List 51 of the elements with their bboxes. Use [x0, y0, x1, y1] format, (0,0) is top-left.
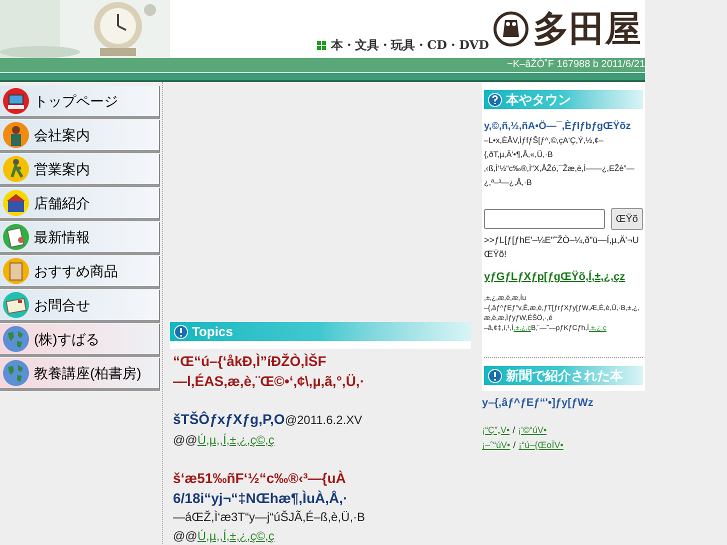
logo-text: 多田屋	[533, 11, 641, 47]
newspaper-link[interactable]: ¡“Ç”„V•	[482, 424, 510, 437]
person-icon	[2, 121, 30, 149]
hontown-description: –L•x,ÈÅV,ÌƒfƒŠ[ƒ^,©,çA‘Ç,Ý,½,¢–{,ðT,µ,Ä'•¶,Å,«,Ü,·B ‚‹ß,Ì‘½“c‰®,Ì“X,ÅŽó,¯Žæ,è,Ì——¿,EŽè”—¿,ª–³—¿,Å,·B	[484, 135, 636, 189]
newspaper-link[interactable]: ¡–ˆ“úV•	[482, 439, 510, 452]
news-header: 新聞で紹介された本	[484, 366, 643, 385]
computer-icon	[2, 87, 30, 115]
nav-item[interactable]: 教養講座(柏書房)	[0, 358, 160, 391]
separator-text: /	[513, 439, 516, 452]
hontown-header: 本やタウン	[484, 90, 643, 109]
question-icon	[488, 92, 502, 106]
indent-text: @@	[173, 432, 198, 449]
newspaper-link[interactable]: ¡“ú–{ŒoÏV•	[518, 439, 564, 452]
nav-item[interactable]: 店舗紹介	[0, 188, 160, 221]
details-link[interactable]: Ú,µ,,Í,±,¿,ç©,ç	[197, 430, 274, 450]
nav-item[interactable]: 営業案内	[0, 154, 160, 187]
topics-header: Topics	[170, 322, 471, 341]
topic-title: šTŠÔƒxƒXƒg,P,O@2011.6.2.XV	[173, 410, 364, 429]
details-link[interactable]: Ú,µ,,Í,±,¿,ç©,ç	[197, 526, 274, 545]
globe-icon	[2, 325, 30, 353]
search-field[interactable]	[484, 209, 605, 229]
shop-icon	[2, 189, 30, 217]
search-hint: >>ƒL[ƒ[ƒhE'–¼E"˜ŽÒ–¼,ð"ü—Í,µ,Ä'¬UŒŸõ!	[484, 234, 640, 260]
newspaper-link[interactable]: ¡'©“úV•	[518, 424, 547, 437]
separator-text: /	[512, 424, 516, 436]
topic-text: —áŒŽ,Ì‘æ3T“y—j“úŠJÃ,É–ß,è,Ü,·B	[173, 509, 366, 526]
visitor-counter: −K–âŽÒ˚F 167988 b 2011/6/21	[507, 60, 645, 70]
nav-item[interactable]: 最新情報	[0, 222, 160, 255]
expert-search-link[interactable]: yƒGƒLƒXƒp[ƒgŒŸõ,Í,±,¿,çz	[484, 269, 643, 286]
walking-man-icon	[2, 155, 30, 183]
square-icon	[317, 41, 328, 51]
tagline: 本・文具・玩具・CD・DVD	[331, 37, 489, 54]
nav-item[interactable]: お問合せ	[0, 290, 160, 323]
package-icon	[2, 257, 30, 285]
nav-item[interactable]: 会社案内	[0, 120, 160, 153]
exclamation-icon	[174, 324, 188, 338]
topic-title: š‘æ51‰ñF‘½“c‰®‹³—{uÀ	[173, 469, 347, 488]
indent-text: @@	[173, 528, 198, 545]
owl-logo-icon	[493, 11, 529, 47]
nav-item[interactable]: トップページ	[0, 86, 160, 119]
notebook-icon	[2, 223, 30, 251]
review-heading: y–{,âƒ^ƒEƒ“'•]ƒy[ƒWz	[482, 396, 594, 411]
topic-subtitle: 6/18i“yj¬“‡NŒhæ¶,ÌuÀ,Å,·	[173, 489, 349, 508]
search-button[interactable]: ŒŸõ	[610, 208, 643, 230]
nav-item[interactable]: (株)すばる	[0, 324, 160, 357]
exclamation-icon	[488, 368, 502, 382]
envelope-icon	[2, 291, 30, 319]
topic-headline: “Œ“ú–{‘åkÐ,Ì”íÐŽÒ,ÌŠF —l,ÉAS,æ,è,¨Œ©•‘,¢\,µ,ã,°,Ü,·	[173, 352, 366, 391]
hontown-heading: y,©,ñ,½,ñA•Ö—¯,ÈƒIƒbƒgŒŸõz	[484, 119, 632, 134]
nav-item[interactable]: おすすめ商品	[0, 256, 160, 289]
globe-icon	[2, 359, 30, 387]
